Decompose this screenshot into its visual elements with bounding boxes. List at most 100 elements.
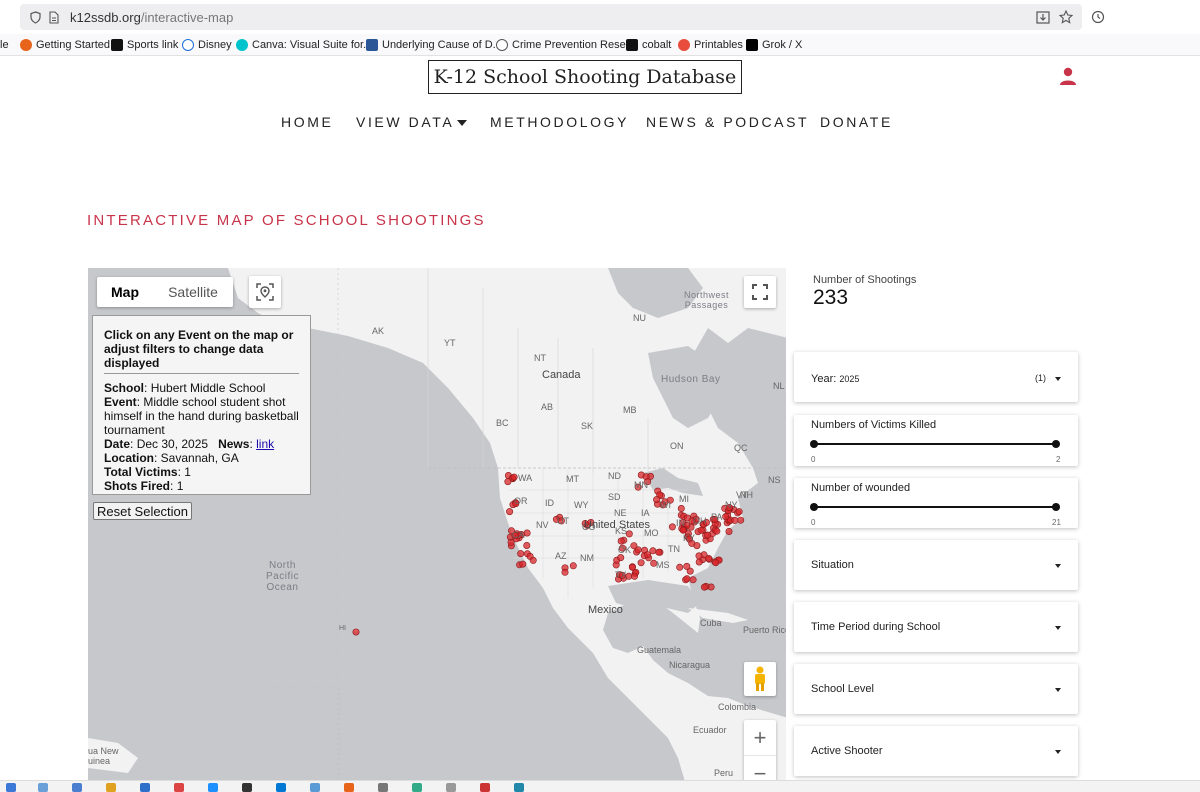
- taskbar-app-icon[interactable]: [140, 783, 150, 792]
- taskbar-app-icon[interactable]: [344, 783, 354, 792]
- shooting-marker[interactable]: [517, 550, 525, 558]
- bookmark-item[interactable]: Underlying Cause of D...: [366, 38, 502, 52]
- shooting-marker[interactable]: [529, 556, 537, 564]
- wounded-max-handle[interactable]: [1052, 503, 1060, 511]
- bookmark-star-icon[interactable]: [1058, 9, 1074, 25]
- shooting-marker[interactable]: [617, 554, 625, 562]
- taskbar-app-icon[interactable]: [174, 783, 184, 792]
- user-account-icon[interactable]: [1058, 66, 1078, 86]
- bookmark-item[interactable]: Sports link: [111, 38, 178, 52]
- wounded-slider-track[interactable]: [814, 506, 1056, 508]
- shooting-marker[interactable]: [705, 554, 713, 562]
- chevron-down-icon: [1055, 564, 1061, 568]
- shooting-marker[interactable]: [737, 516, 745, 524]
- situation-filter[interactable]: Situation: [794, 540, 1078, 590]
- history-clock-icon[interactable]: [1090, 9, 1106, 25]
- taskbar-app-icon[interactable]: [412, 783, 422, 792]
- bookmark-item[interactable]: le: [0, 38, 9, 52]
- taskbar-app-icon[interactable]: [310, 783, 320, 792]
- shootings-count-label: Number of Shootings: [813, 274, 917, 286]
- nav-view-data[interactable]: VIEW DATA: [356, 114, 468, 132]
- street-view-pegman[interactable]: [744, 662, 776, 696]
- bookmark-item[interactable]: Disney: [182, 38, 232, 52]
- taskbar-app-icon[interactable]: [72, 783, 82, 792]
- nav-donate[interactable]: DONATE: [820, 114, 893, 132]
- shooting-marker[interactable]: [504, 478, 512, 486]
- shooting-marker[interactable]: [523, 529, 531, 537]
- fullscreen-button[interactable]: [744, 276, 776, 308]
- shooting-marker[interactable]: [725, 527, 733, 535]
- bookmark-item[interactable]: Crime Prevention Rese...: [496, 38, 635, 52]
- victims-killed-slider-track[interactable]: [814, 443, 1056, 445]
- reader-view-icon[interactable]: [1035, 9, 1051, 25]
- info-news-link[interactable]: link: [256, 437, 274, 451]
- shooting-marker[interactable]: [507, 538, 515, 546]
- nav-news-podcast[interactable]: NEWS & PODCAST: [646, 114, 809, 132]
- shooting-marker[interactable]: [630, 572, 638, 580]
- taskbar-app-icon[interactable]: [242, 783, 252, 792]
- shooting-marker[interactable]: [722, 513, 730, 521]
- taskbar-app-icon[interactable]: [446, 783, 456, 792]
- shooting-marker[interactable]: [637, 559, 645, 567]
- page-info-icon[interactable]: [48, 10, 60, 24]
- shooting-marker[interactable]: [683, 575, 691, 583]
- windows-start-icon[interactable]: [6, 783, 16, 792]
- shooting-marker[interactable]: [713, 527, 721, 535]
- shooting-marker[interactable]: [653, 496, 661, 504]
- reset-selection-button[interactable]: Reset Selection: [93, 502, 192, 520]
- shooting-marker[interactable]: [510, 473, 518, 481]
- bookmark-item[interactable]: cobalt: [626, 38, 671, 52]
- shooting-marker[interactable]: [712, 559, 720, 567]
- interactive-map[interactable]: AK YT NT NU BC AB SK MB ON QC NL WA MT N…: [88, 268, 786, 792]
- taskbar-app-icon[interactable]: [106, 783, 116, 792]
- taskbar-app-icon[interactable]: [480, 783, 490, 792]
- time-period-filter[interactable]: Time Period during School: [794, 602, 1078, 652]
- shooting-marker[interactable]: [697, 526, 705, 534]
- shooting-marker[interactable]: [731, 516, 739, 524]
- shooting-marker[interactable]: [695, 552, 703, 560]
- bookmark-item[interactable]: Canva: Visual Suite for...: [236, 38, 372, 52]
- shooting-marker[interactable]: [677, 505, 685, 513]
- year-filter[interactable]: Year: 2025 (1): [794, 352, 1078, 402]
- taskbar-app-icon[interactable]: [208, 783, 218, 792]
- shooting-marker[interactable]: [655, 548, 663, 556]
- bookmark-item[interactable]: Grok / X: [746, 38, 802, 52]
- shooting-marker[interactable]: [704, 531, 712, 539]
- shooting-marker[interactable]: [668, 523, 676, 531]
- bookmark-item[interactable]: Getting Started: [20, 38, 110, 52]
- shooting-marker[interactable]: [689, 576, 697, 584]
- site-title[interactable]: K-12 School Shooting Database: [428, 60, 742, 94]
- shooting-marker[interactable]: [676, 563, 684, 571]
- shooting-marker[interactable]: [683, 562, 691, 570]
- nav-home[interactable]: HOME: [281, 114, 333, 132]
- my-location-button[interactable]: [249, 276, 281, 308]
- taskbar-app-icon[interactable]: [38, 783, 48, 792]
- map-type-satellite-button[interactable]: Satellite: [153, 277, 233, 307]
- active-shooter-filter[interactable]: Active Shooter: [794, 726, 1078, 776]
- victims-killed-max-handle[interactable]: [1052, 440, 1060, 448]
- shooting-marker[interactable]: [506, 508, 514, 516]
- shooting-marker[interactable]: [523, 541, 531, 549]
- shooting-marker[interactable]: [519, 560, 527, 568]
- shooting-marker[interactable]: [625, 530, 633, 538]
- bookmark-label: Disney: [198, 39, 232, 51]
- shooting-marker[interactable]: [700, 583, 708, 591]
- shooting-marker[interactable]: [569, 562, 577, 570]
- bookmark-item[interactable]: Printables: [678, 38, 743, 52]
- taskbar-app-icon[interactable]: [514, 783, 524, 792]
- shooting-marker[interactable]: [630, 542, 638, 550]
- zoom-in-button[interactable]: +: [744, 720, 776, 756]
- shield-icon[interactable]: [29, 10, 41, 24]
- shooting-marker[interactable]: [644, 551, 652, 559]
- shooting-marker[interactable]: [695, 558, 703, 566]
- nav-methodology[interactable]: METHODOLOGY: [490, 114, 629, 132]
- shooting-marker[interactable]: [561, 568, 569, 576]
- taskbar-app-icon[interactable]: [276, 783, 286, 792]
- wounded-min-handle[interactable]: [810, 503, 818, 511]
- map-type-map-button[interactable]: Map: [97, 277, 153, 307]
- shooting-marker[interactable]: [617, 537, 625, 545]
- shooting-marker[interactable]: [352, 628, 360, 636]
- victims-killed-min-handle[interactable]: [810, 440, 818, 448]
- taskbar-app-icon[interactable]: [378, 783, 388, 792]
- school-level-filter[interactable]: School Level: [794, 664, 1078, 714]
